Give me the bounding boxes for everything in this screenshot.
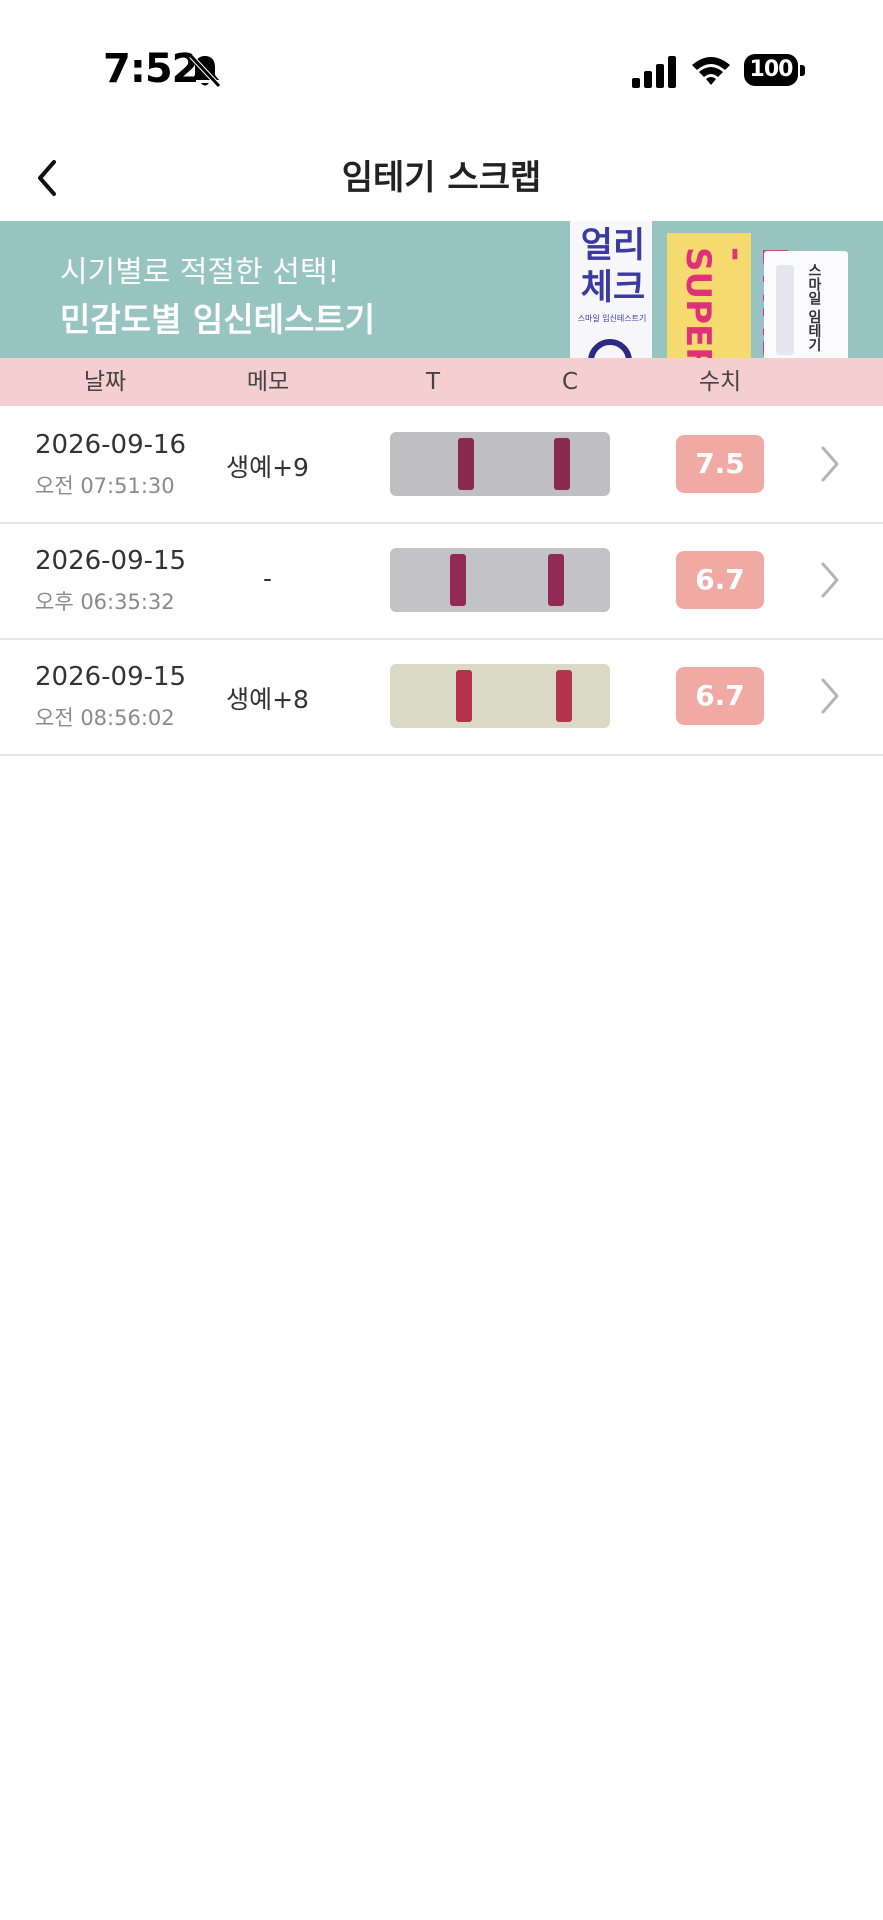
status-bar: 7:52 100 bbox=[0, 0, 883, 140]
row-date: 2026-09-16 bbox=[35, 430, 187, 460]
test-line bbox=[450, 554, 466, 606]
table-row[interactable]: 2026-09-16 오전 07:51:30 생예+9 7.5 bbox=[0, 406, 883, 524]
row-time: 오전 08:56:02 bbox=[35, 706, 175, 730]
row-memo: 생예+8 bbox=[226, 685, 309, 714]
control-line bbox=[554, 438, 570, 490]
product1-sub: 스마일 임신테스트기 bbox=[577, 314, 647, 323]
banner-title: 민감도별 임신테스트기 bbox=[60, 300, 376, 339]
battery-level: 100 bbox=[744, 54, 798, 86]
status-time: 7:52 bbox=[103, 46, 199, 92]
header-c: C bbox=[561, 369, 579, 395]
banner-subtitle: 시기별로 적절한 선택! bbox=[60, 255, 340, 290]
page-title: 임테기 스크랩 bbox=[341, 158, 542, 198]
chevron-right-icon bbox=[821, 678, 839, 714]
product1-name: 얼리 체크 bbox=[580, 226, 646, 308]
test-line bbox=[456, 670, 472, 722]
header-value: 수치 bbox=[698, 369, 742, 395]
header-t: T bbox=[425, 369, 441, 395]
table-row[interactable]: 2026-09-15 오후 06:35:32 - 6.7 bbox=[0, 522, 883, 640]
product3-strip-image bbox=[776, 265, 794, 355]
product3-name: 스마일 임테기 bbox=[806, 263, 822, 352]
test-strip-image bbox=[390, 548, 610, 612]
value-badge: 6.7 bbox=[676, 551, 764, 609]
signal-icon bbox=[632, 56, 676, 88]
header-date: 날짜 bbox=[83, 369, 127, 395]
value-badge: 7.5 bbox=[676, 435, 764, 493]
test-strip-image bbox=[390, 432, 610, 496]
product-box-smile: 스마일 임테기 bbox=[764, 251, 848, 358]
row-date: 2026-09-15 bbox=[35, 546, 187, 576]
battery-tip bbox=[800, 65, 805, 76]
table-row[interactable]: 2026-09-15 오전 08:56:02 생예+8 6.7 bbox=[0, 638, 883, 756]
control-line bbox=[556, 670, 572, 722]
wifi-icon bbox=[692, 57, 730, 85]
row-time: 오전 07:51:30 bbox=[35, 474, 175, 498]
row-memo: - bbox=[262, 564, 273, 593]
product-box-early-check: 얼리 체크 스마일 임신테스트기 bbox=[570, 221, 652, 358]
product1-logo-ring bbox=[588, 339, 632, 358]
row-time: 오후 06:35:32 bbox=[35, 590, 175, 614]
control-line bbox=[548, 554, 564, 606]
product-box-david: DAVID-SUPER bbox=[667, 233, 794, 358]
test-line bbox=[458, 438, 474, 490]
table-header: 날짜 메모 T C 수치 bbox=[0, 358, 883, 406]
row-memo: 생예+9 bbox=[226, 453, 309, 482]
battery-icon: 100 bbox=[744, 54, 806, 86]
bell-muted-icon bbox=[189, 54, 221, 88]
value-badge: 6.7 bbox=[676, 667, 764, 725]
nav-bar: 임테기 스크랩 bbox=[0, 140, 883, 220]
chevron-right-icon bbox=[821, 562, 839, 598]
promo-banner[interactable]: 시기별로 적절한 선택! 민감도별 임신테스트기 얼리 체크 스마일 임신테스트기… bbox=[0, 221, 883, 358]
chevron-right-icon bbox=[821, 446, 839, 482]
row-date: 2026-09-15 bbox=[35, 662, 187, 692]
test-strip-image bbox=[390, 664, 610, 728]
header-memo: 메모 bbox=[246, 369, 290, 395]
